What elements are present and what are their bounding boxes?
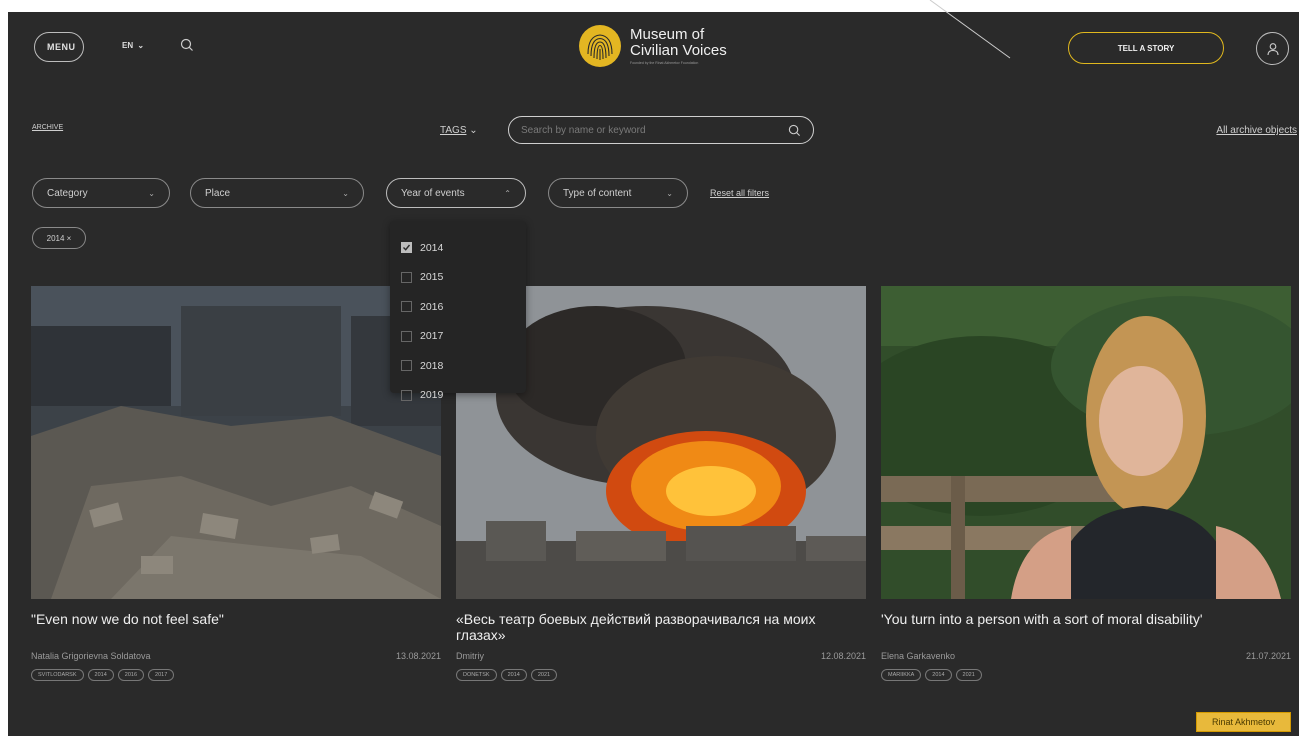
logo-subtitle: Founded by the Rinat Akhmetov Foundation bbox=[630, 61, 699, 65]
logo-title-line2: Civilian Voices bbox=[630, 42, 727, 59]
chevron-down-icon: ⌄ bbox=[148, 188, 155, 198]
user-account-button[interactable] bbox=[1256, 32, 1289, 65]
tags-dropdown[interactable]: TAGS ⌄ bbox=[440, 125, 478, 136]
tag-badge[interactable]: 2017 bbox=[148, 669, 175, 681]
tag-badge[interactable]: 2021 bbox=[955, 669, 982, 681]
chevron-up-icon: ⌃ bbox=[504, 188, 511, 198]
year-option-label: 2017 bbox=[420, 330, 444, 343]
story-author: Dmitriy bbox=[456, 651, 484, 661]
story-tags: DONETSK 2014 2021 bbox=[456, 669, 866, 681]
filter-type-label: Type of content bbox=[563, 187, 632, 199]
search-input[interactable] bbox=[521, 124, 788, 136]
checkbox[interactable] bbox=[401, 301, 412, 313]
year-option-label: 2019 bbox=[420, 389, 444, 402]
archive-label: ARCHIVE bbox=[32, 124, 64, 131]
story-title[interactable]: 'You turn into a person with a sort of m… bbox=[881, 611, 1291, 645]
story-author: Natalia Grigorievna Soldatova bbox=[31, 651, 151, 661]
tag-badge[interactable]: 2016 bbox=[117, 669, 145, 681]
story-date: 12.08.2021 bbox=[820, 651, 866, 661]
story-meta: Dmitriy 12.08.2021 bbox=[456, 651, 866, 661]
year-dropdown-menu: 2014 2015 2016 2017 2018 2019 bbox=[390, 221, 526, 401]
filter-category-label: Category bbox=[47, 187, 88, 199]
story-card[interactable]: 'You turn into a person with a sort of m… bbox=[881, 286, 1291, 681]
tags-label: TAGS bbox=[440, 125, 467, 136]
filter-category[interactable]: Category ⌄ bbox=[32, 178, 170, 208]
tell-a-story-label: TELL A STORY bbox=[1117, 43, 1175, 53]
story-meta: Natalia Grigorievna Soldatova 13.08.2021 bbox=[31, 651, 441, 661]
language-selector[interactable]: EN ⌄ bbox=[122, 41, 144, 50]
year-option-label: 2016 bbox=[420, 300, 444, 313]
active-filter-chip[interactable]: 2014 × bbox=[32, 227, 86, 249]
year-option-2019[interactable]: 2019 bbox=[401, 381, 526, 411]
interview-photo bbox=[881, 286, 1291, 599]
all-archive-objects-link[interactable]: All archive objects bbox=[1216, 125, 1297, 136]
tag-badge[interactable]: 2014 bbox=[87, 669, 114, 681]
checkbox[interactable] bbox=[401, 360, 412, 372]
chevron-down-icon: ⌄ bbox=[135, 41, 145, 50]
site-logo[interactable]: Museum of Civilian Voices Founded by the… bbox=[578, 24, 727, 68]
checkmark-icon bbox=[403, 244, 411, 251]
year-option-label: 2018 bbox=[420, 359, 444, 372]
tag-badge[interactable]: 2014 bbox=[500, 669, 527, 681]
ruins-photo bbox=[31, 286, 441, 599]
tag-badge[interactable]: 2014 bbox=[925, 669, 952, 681]
story-date: 21.07.2021 bbox=[1245, 651, 1291, 661]
year-option-2018[interactable]: 2018 bbox=[401, 351, 526, 381]
checkbox[interactable] bbox=[401, 389, 412, 401]
chevron-down-icon: ⌄ bbox=[466, 125, 478, 136]
story-title[interactable]: "Even now we do not feel safe" bbox=[31, 611, 441, 645]
year-option-2016[interactable]: 2016 bbox=[401, 292, 526, 322]
story-date: 13.08.2021 bbox=[395, 651, 441, 661]
menu-label: MENU bbox=[47, 42, 76, 52]
year-option-2017[interactable]: 2017 bbox=[401, 322, 526, 352]
tell-a-story-button[interactable]: TELL A STORY bbox=[1068, 32, 1224, 64]
search-icon[interactable] bbox=[180, 38, 194, 52]
search-icon[interactable] bbox=[788, 124, 801, 137]
tag-badge[interactable]: DONETSK bbox=[456, 669, 497, 681]
active-filter-label: 2014 × bbox=[46, 233, 72, 243]
filter-type[interactable]: Type of content ⌄ bbox=[548, 178, 688, 208]
year-option-2014[interactable]: 2014 bbox=[401, 233, 526, 263]
reset-filters-link[interactable]: Reset all filters bbox=[710, 188, 769, 198]
story-tags: MARIIKKA 2014 2021 bbox=[881, 669, 1291, 681]
tag-badge[interactable]: 2021 bbox=[530, 669, 558, 681]
logo-title-line1: Museum of bbox=[630, 26, 705, 43]
menu-button[interactable]: MENU bbox=[34, 32, 84, 62]
story-tags: SVITLODARSK 2014 2016 2017 bbox=[31, 669, 441, 681]
logo-text: Museum of Civilian Voices Founded by the… bbox=[630, 26, 727, 66]
tag-badge[interactable]: MARIIKKA bbox=[881, 669, 922, 681]
filter-year[interactable]: Year of events ⌃ bbox=[386, 178, 526, 208]
filter-place-label: Place bbox=[205, 187, 231, 199]
tag-badge[interactable]: SVITLODARSK bbox=[31, 669, 84, 681]
checkbox[interactable] bbox=[401, 330, 412, 342]
year-option-label: 2015 bbox=[420, 271, 444, 284]
story-image-woman[interactable] bbox=[881, 286, 1291, 599]
story-card[interactable]: "Even now we do not feel safe" Natalia G… bbox=[31, 286, 441, 681]
story-image-ruins[interactable] bbox=[31, 286, 441, 599]
chevron-down-icon: ⌄ bbox=[666, 188, 673, 198]
chevron-down-icon: ⌄ bbox=[342, 188, 349, 198]
story-title[interactable]: «Весь театр боевых действий разворачивал… bbox=[456, 611, 866, 645]
archive-search[interactable] bbox=[508, 116, 814, 144]
checkbox-checked[interactable] bbox=[401, 242, 412, 254]
filter-year-label: Year of events bbox=[401, 187, 465, 199]
year-option-label: 2014 bbox=[420, 241, 444, 254]
watermark-badge: Rinat Akhmetov bbox=[1196, 712, 1291, 732]
breadcrumb-archive[interactable]: ARCHIVE bbox=[32, 124, 63, 131]
watermark-label: Rinat Akhmetov bbox=[1211, 717, 1276, 727]
filter-place[interactable]: Place ⌄ bbox=[190, 178, 364, 208]
fingerprint-logo-icon bbox=[579, 25, 621, 67]
language-label: EN bbox=[122, 41, 134, 50]
year-option-2015[interactable]: 2015 bbox=[401, 263, 526, 293]
user-icon bbox=[1266, 42, 1279, 55]
page: MENU EN ⌄ Museum of Civilian Voices Foun… bbox=[8, 12, 1299, 736]
story-author: Elena Garkavenko bbox=[881, 651, 956, 661]
story-meta: Elena Garkavenko 21.07.2021 bbox=[881, 651, 1291, 661]
checkbox[interactable] bbox=[401, 271, 412, 283]
